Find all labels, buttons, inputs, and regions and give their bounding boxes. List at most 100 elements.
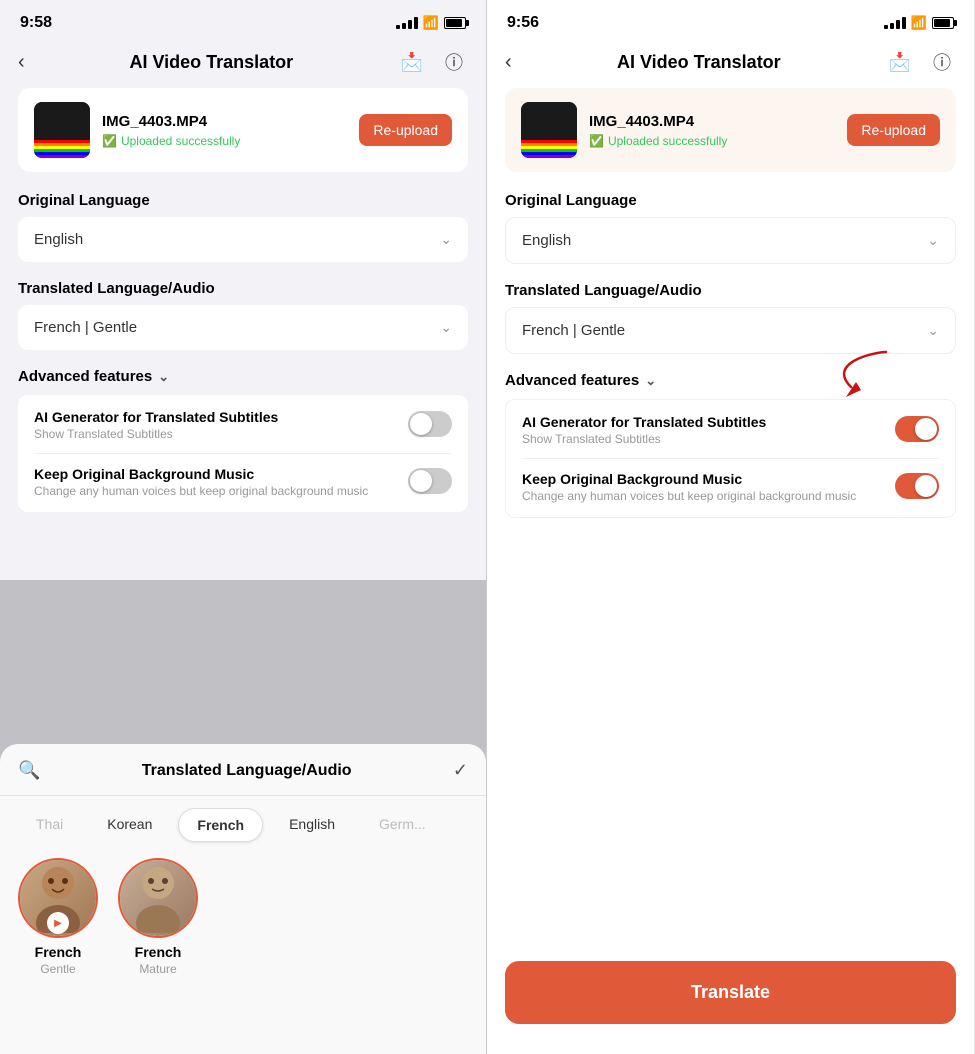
right-file-name: IMG_4403.MP4	[589, 113, 835, 130]
feature-divider	[34, 453, 452, 454]
right-chevron-down-icon-2: ⌄	[927, 322, 939, 339]
left-feature-1-toggle[interactable]	[408, 411, 452, 437]
right-status-icons: 📶	[884, 15, 954, 31]
right-battery-icon	[932, 17, 954, 29]
help-icon[interactable]: ⓘ	[440, 48, 468, 76]
left-feature-2-sub: Change any human voices but keep origina…	[34, 484, 368, 498]
right-feature-divider	[522, 458, 939, 459]
battery-icon	[444, 17, 466, 29]
wifi-icon: 📶	[423, 15, 439, 31]
right-feature-2-title: Keep Original Background Music	[522, 471, 856, 487]
person-silhouette-2	[128, 863, 188, 933]
voice-options: ▶ French Gentle	[0, 858, 486, 976]
tab-thai[interactable]: Thai	[18, 808, 81, 842]
left-file-name: IMG_4403.MP4	[102, 113, 347, 130]
play-button-1[interactable]: ▶	[47, 912, 69, 934]
left-file-card: IMG_4403.MP4 ✅ Uploaded successfully Re-…	[18, 88, 468, 172]
voice-name-2: French	[135, 944, 182, 960]
right-file-info: IMG_4403.MP4 ✅ Uploaded successfully	[589, 113, 835, 148]
voice-style-2: Mature	[139, 962, 176, 976]
voice-name-1: French	[35, 944, 82, 960]
right-feature-2-toggle[interactable]	[895, 473, 939, 499]
right-translated-lang-label: Translated Language/Audio	[505, 282, 956, 299]
voice-option-mature[interactable]: French Mature	[118, 858, 198, 976]
left-status-icons: 📶	[396, 15, 466, 31]
left-feature-1-title: AI Generator for Translated Subtitles	[34, 409, 278, 425]
left-phone: 9:58 📶 ‹ AI Video Translator 📩 ⓘ	[0, 0, 487, 1054]
right-wifi-icon: 📶	[911, 15, 927, 31]
right-original-lang-dropdown[interactable]: English ⌄	[505, 217, 956, 264]
right-rainbow-bar	[521, 140, 577, 158]
left-feature-1-sub: Show Translated Subtitles	[34, 427, 278, 441]
left-reupload-button[interactable]: Re-upload	[359, 114, 452, 146]
right-back-button[interactable]: ‹	[505, 51, 512, 74]
chevron-down-icon-2: ⌄	[440, 319, 452, 336]
left-file-info: IMG_4403.MP4 ✅ Uploaded successfully	[102, 113, 347, 148]
message-icon[interactable]: 📩	[398, 48, 426, 76]
right-feature-1-toggle[interactable]	[895, 416, 939, 442]
translate-button[interactable]: Translate	[505, 961, 956, 1024]
tab-korean[interactable]: Korean	[89, 808, 170, 842]
right-message-icon[interactable]: 📩	[886, 48, 914, 76]
left-advanced-features-toggle[interactable]: Advanced features ⌄	[18, 368, 468, 385]
right-feature-card: AI Generator for Translated Subtitles Sh…	[505, 399, 956, 518]
right-file-thumbnail	[521, 102, 577, 158]
voice-avatar-gentle: ▶	[18, 858, 98, 938]
right-feature-1-title: AI Generator for Translated Subtitles	[522, 414, 766, 430]
right-original-lang-label: Original Language	[505, 192, 956, 209]
left-translated-lang-dropdown[interactable]: French | Gentle ⌄	[18, 305, 468, 350]
sheet-title: Translated Language/Audio	[40, 762, 452, 780]
right-feature-row-1: AI Generator for Translated Subtitles Sh…	[522, 414, 939, 446]
right-chevron-down-icon: ⌄	[927, 232, 939, 249]
left-time: 9:58	[20, 14, 52, 32]
right-nav-title: AI Video Translator	[617, 52, 781, 73]
right-feature-1-sub: Show Translated Subtitles	[522, 432, 766, 446]
search-icon[interactable]: 🔍	[18, 760, 40, 781]
left-original-lang-dropdown[interactable]: English ⌄	[18, 217, 468, 262]
right-check-icon: ✅	[589, 134, 604, 148]
right-phone: 9:56 📶 ‹ AI Video Translator 📩 ⓘ	[487, 0, 974, 1054]
right-time: 9:56	[507, 14, 539, 32]
translate-area: Translate	[505, 961, 956, 1024]
voice-style-1: Gentle	[40, 962, 75, 976]
tab-french[interactable]: French	[178, 808, 263, 842]
right-nav-bar: ‹ AI Video Translator 📩 ⓘ	[487, 40, 974, 88]
right-chevron-down-icon-3: ⌄	[645, 373, 656, 389]
right-signal-icon	[884, 17, 906, 29]
chevron-down-icon-3: ⌄	[158, 369, 169, 385]
left-feature-row-2: Keep Original Background Music Change an…	[34, 466, 452, 498]
left-status-bar: 9:58 📶	[0, 0, 486, 40]
left-upload-status: ✅ Uploaded successfully	[102, 134, 347, 148]
right-feature-row-2: Keep Original Background Music Change an…	[522, 471, 939, 503]
check-icon: ✅	[102, 134, 117, 148]
right-feature-2-sub: Change any human voices but keep origina…	[522, 489, 856, 503]
left-feature-row-1: AI Generator for Translated Subtitles Sh…	[34, 409, 452, 441]
arrow-annotation	[796, 342, 896, 402]
right-upload-status: ✅ Uploaded successfully	[589, 134, 835, 148]
tab-german[interactable]: Germ...	[361, 808, 444, 842]
voice-avatar-mature	[118, 858, 198, 938]
tab-english[interactable]: English	[271, 808, 353, 842]
voice-option-gentle[interactable]: ▶ French Gentle	[18, 858, 98, 976]
chevron-down-icon: ⌄	[440, 231, 452, 248]
bottom-sheet: 🔍 Translated Language/Audio ✓ Thai Korea…	[0, 744, 486, 1054]
right-help-icon[interactable]: ⓘ	[928, 48, 956, 76]
left-original-lang-label: Original Language	[18, 192, 468, 209]
left-nav-bar: ‹ AI Video Translator 📩 ⓘ	[0, 40, 486, 88]
left-translated-lang-label: Translated Language/Audio	[18, 280, 468, 297]
left-file-thumbnail	[34, 102, 90, 158]
left-feature-2-title: Keep Original Background Music	[34, 466, 368, 482]
right-content: IMG_4403.MP4 ✅ Uploaded successfully Re-…	[487, 88, 974, 518]
check-confirm-icon[interactable]: ✓	[453, 760, 468, 781]
left-nav-icons: 📩 ⓘ	[398, 48, 468, 76]
left-feature-card: AI Generator for Translated Subtitles Sh…	[18, 395, 468, 512]
right-nav-icons: 📩 ⓘ	[886, 48, 956, 76]
left-nav-title: AI Video Translator	[129, 52, 293, 73]
left-back-button[interactable]: ‹	[18, 51, 25, 74]
right-file-card: IMG_4403.MP4 ✅ Uploaded successfully Re-…	[505, 88, 956, 172]
left-feature-2-toggle[interactable]	[408, 468, 452, 494]
right-reupload-button[interactable]: Re-upload	[847, 114, 940, 146]
language-tabs: Thai Korean French English Germ...	[0, 808, 486, 858]
signal-icon	[396, 17, 418, 29]
left-content: IMG_4403.MP4 ✅ Uploaded successfully Re-…	[0, 88, 486, 512]
